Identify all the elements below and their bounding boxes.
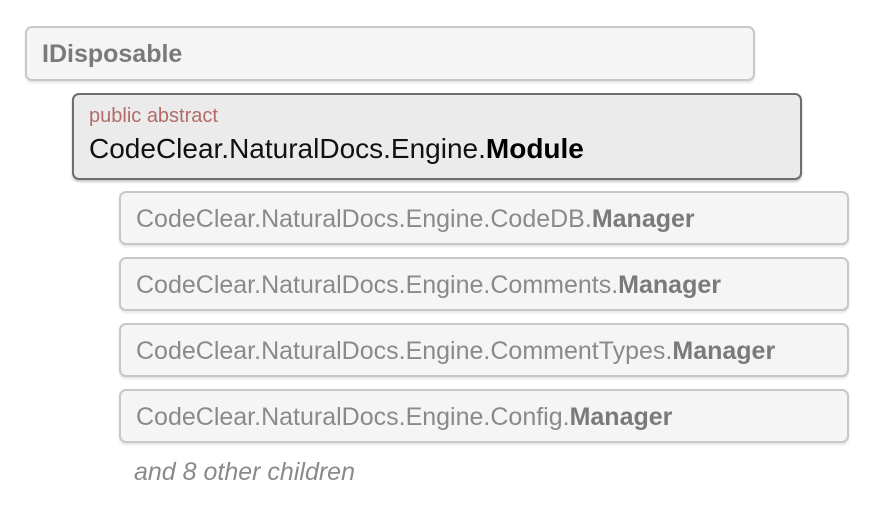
child-class-box[interactable]: CodeClear.NaturalDocs.Engine.CommentType…	[119, 323, 849, 377]
parent-class-name: IDisposable	[42, 40, 183, 68]
child-class-name: Manager	[618, 271, 721, 299]
current-class-name: Module	[485, 133, 584, 164]
more-children-note: and 8 other children	[134, 458, 355, 486]
current-class-namespace: CodeClear.NaturalDocs.Engine.	[89, 133, 486, 164]
class-modifier: public abstract	[89, 105, 218, 127]
parent-class-box[interactable]: IDisposable	[25, 26, 755, 81]
child-class-box[interactable]: CodeClear.NaturalDocs.Engine.CodeDB.Mana…	[119, 191, 849, 245]
child-class-box[interactable]: CodeClear.NaturalDocs.Engine.Comments.Ma…	[119, 257, 849, 311]
current-class-box: public abstract CodeClear.NaturalDocs.En…	[72, 93, 802, 180]
child-class-name: Manager	[591, 205, 695, 233]
child-class-namespace: CodeClear.NaturalDocs.Engine.CommentType…	[136, 337, 673, 365]
child-class-namespace: CodeClear.NaturalDocs.Engine.Config.	[136, 403, 570, 431]
child-class-name: Manager	[569, 403, 673, 431]
child-class-namespace: CodeClear.NaturalDocs.Engine.CodeDB.	[136, 205, 592, 233]
child-class-box[interactable]: CodeClear.NaturalDocs.Engine.Config.Mana…	[119, 389, 849, 443]
current-class-fullname: CodeClear.NaturalDocs.Engine.Module	[89, 131, 800, 167]
child-class-name: Manager	[672, 337, 776, 365]
child-class-namespace: CodeClear.NaturalDocs.Engine.Comments.	[136, 271, 619, 299]
